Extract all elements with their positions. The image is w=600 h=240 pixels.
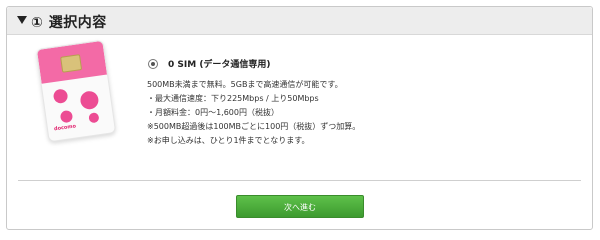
plan-description: 500MB未満まで無料。5GBまで高速通信が可能です。 ・最大通信速度：下り22… (147, 78, 360, 148)
description-line: 500MB未満まで無料。5GBまで高速通信が可能です。 (147, 80, 343, 89)
section-header[interactable]: ① 選択内容 (7, 7, 592, 35)
sim-dot (88, 112, 100, 124)
sim-option-label: 0 SIM (データ通信専用) (168, 60, 271, 70)
sim-dot (59, 109, 74, 124)
description-line: ・最大通信速度：下り225Mbps / 上り50Mbps (147, 94, 319, 103)
sim-option[interactable]: 0 SIM (データ通信専用) (148, 57, 271, 70)
section-title: ① 選択内容 (31, 15, 107, 31)
caret-down-icon (17, 16, 27, 24)
sim-dot (52, 88, 69, 105)
sim-brand-logo: docomo (53, 123, 77, 133)
description-line: ※お申し込みは、ひとり1件までとなります。 (147, 136, 310, 145)
description-line: ・月額料金：0円～1,600円（税抜） (147, 108, 279, 117)
sim-option-radio[interactable] (148, 58, 158, 69)
description-line: ※500MB超過後は100MBごとに100円（税抜）ずつ加算。 (147, 122, 361, 131)
divider (18, 180, 581, 181)
sim-chip-icon (60, 54, 83, 73)
next-button[interactable]: 次へ進む (236, 195, 364, 218)
sim-card-image: docomo (35, 39, 117, 143)
sim-dot (79, 90, 100, 111)
